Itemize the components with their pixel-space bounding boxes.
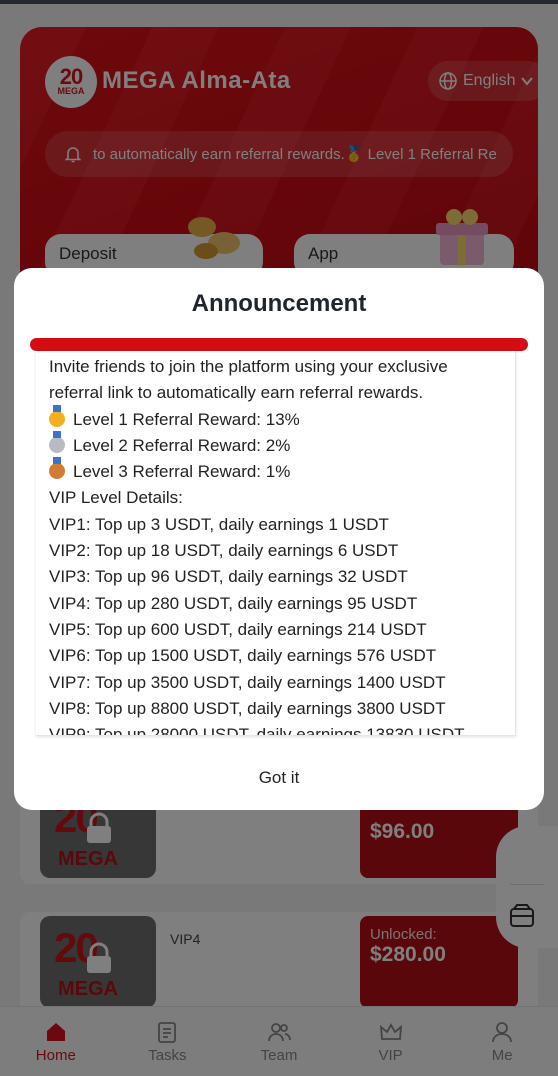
reward-line: Level 3 Referral Reward: 1% (36, 457, 515, 485)
vip-line: VIP4: Top up 280 USDT, daily earnings 95… (49, 593, 418, 613)
vip-line: VIP1: Top up 3 USDT, daily earnings 1 US… (49, 514, 389, 534)
announcement-content[interactable]: Invite friends to join the platform usin… (36, 351, 516, 736)
gold-medal-icon (49, 404, 65, 427)
got-it-button[interactable]: Got it (14, 768, 544, 788)
vip-line: VIP2: Top up 18 USDT, daily earnings 6 U… (49, 541, 399, 561)
dialog-title: Announcement (191, 290, 367, 317)
silver-medal-icon (49, 430, 65, 453)
vip-line: VIP7: Top up 3500 USDT, daily earnings 1… (49, 672, 446, 692)
reward-text: Level 2 Referral Reward: 2% (73, 435, 291, 455)
vip-heading: VIP Level Details: (49, 488, 183, 508)
vip-line: VIP9: Top up 28000 USDT, daily earnings … (49, 725, 465, 736)
title-underline (30, 338, 528, 351)
reward-text: Level 1 Referral Reward: 13% (73, 409, 300, 429)
reward-line: Level 1 Referral Reward: 13% (36, 404, 515, 433)
vip-line: VIP3: Top up 96 USDT, daily earnings 32 … (49, 567, 408, 587)
vip-line: VIP5: Top up 600 USDT, daily earnings 21… (49, 619, 427, 639)
vip-line: VIP8: Top up 8800 USDT, daily earnings 3… (49, 698, 446, 718)
bronze-medal-icon (49, 457, 65, 480)
intro-text: Invite friends to join the platform usin… (49, 357, 448, 403)
announcement-dialog: Announcement Invite friends to join the … (14, 268, 544, 810)
reward-text: Level 3 Referral Reward: 1% (73, 462, 291, 482)
vip-line: VIP6: Top up 1500 USDT, daily earnings 5… (49, 646, 437, 666)
reward-line: Level 2 Referral Reward: 2% (36, 430, 515, 459)
